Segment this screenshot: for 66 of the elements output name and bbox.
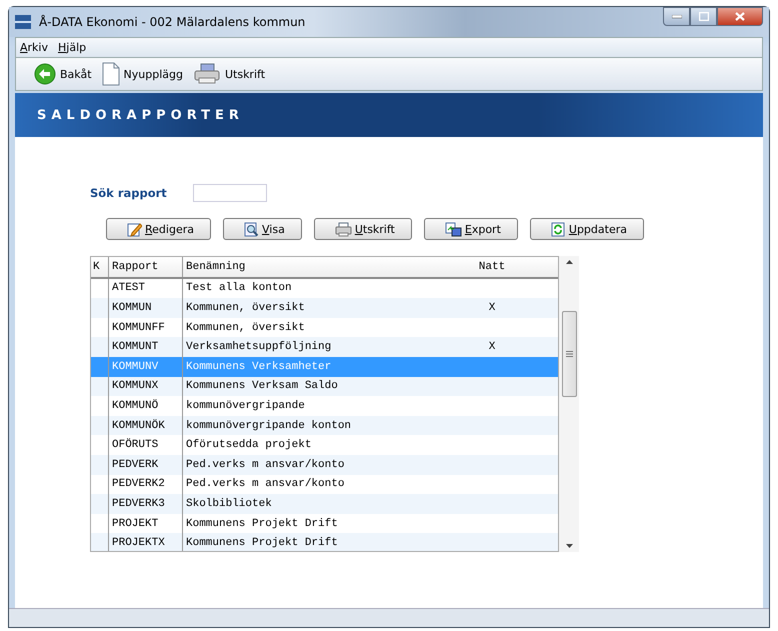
document-icon: [102, 62, 120, 86]
refresh-icon: [550, 222, 566, 236]
table-cell-text: X: [488, 302, 496, 314]
table-cell-text: Kommunens Verksam Saldo: [185, 380, 339, 392]
table-cell-text: Verksamhetsuppföljning: [185, 341, 332, 354]
magnifier-icon: [244, 222, 259, 236]
window-title: Å-DATA Ekonomi - 002 Mälardalens kommun: [39, 15, 306, 29]
maximize-icon: [698, 12, 708, 21]
table-cell-text: Kommunens Projekt Drift: [185, 518, 339, 530]
table-cell-text: Ped.verks m ansvar/konto: [185, 478, 346, 490]
minimize-button[interactable]: [663, 7, 690, 26]
export-icon: [444, 222, 462, 236]
column-header[interactable]: K: [91, 257, 109, 277]
app-icon: [15, 15, 31, 29]
column-header[interactable]: Natt: [472, 260, 512, 273]
table-cell-text: Kommunens Verksamheter: [185, 360, 332, 373]
table-row[interactable]: KOMMUN Kommunen, översikt X: [91, 298, 558, 318]
close-icon: [735, 12, 745, 21]
table-cell-text: Oförutsedda projekt: [185, 439, 312, 452]
table-cell-text: Ped.verks m ansvar/konto: [185, 458, 346, 471]
action-button[interactable]: Export: [424, 218, 518, 240]
action-button[interactable]: Utskrift: [314, 218, 412, 240]
scrollbar[interactable]: [559, 256, 579, 552]
minimize-icon: [672, 14, 682, 18]
menu-item[interactable]: Arkiv: [20, 41, 48, 54]
table-cell-text: Kommunen, översikt: [185, 322, 306, 334]
table-cell: PEDVERK3: [109, 494, 183, 514]
table-cell-text: X: [488, 341, 496, 354]
action-button[interactable]: Uppdatera: [530, 218, 644, 240]
menu-item[interactable]: Hjälp: [58, 41, 86, 54]
toolbar-button[interactable]: Bakåt: [30, 61, 96, 87]
printer-icon: [334, 222, 352, 236]
edit-icon: [127, 222, 142, 236]
search-label: Sök rapport: [90, 186, 167, 200]
table-cell: PEDVERK: [109, 454, 183, 475]
action-button[interactable]: Visa: [222, 218, 302, 240]
table-cell: PROJEKTX: [109, 533, 183, 551]
table-cell-text: Kommunen, översikt: [185, 302, 306, 314]
printer-icon: [192, 63, 221, 85]
grip-icon: [566, 351, 573, 357]
up-arrow-icon: [566, 260, 573, 264]
table-cell: KOMMUNX: [109, 376, 183, 396]
table-row[interactable]: PEDVERK Ped.verks m ansvar/konto: [91, 454, 558, 475]
close-button[interactable]: [717, 7, 763, 26]
page-title: SALDORAPPORTER: [37, 108, 244, 122]
table-cell-text: kommunövergripande: [185, 400, 306, 412]
scroll-thumb[interactable]: [562, 311, 577, 397]
table-row[interactable]: KOMMUNX Kommunens Verksam Saldo: [91, 376, 558, 396]
search-field[interactable]: [192, 184, 267, 202]
column-header[interactable]: Rapport: [109, 257, 183, 277]
action-button[interactable]: Redigera: [106, 218, 211, 240]
toolbar-button[interactable]: Utskrift: [188, 61, 270, 87]
table-cell-text: Kommunens Projekt Drift: [185, 537, 339, 550]
table-row[interactable]: KOMMUNT Verksamhetsuppföljning X: [91, 337, 558, 357]
table-row[interactable]: PROJEKTX Kommunens Projekt Drift: [91, 533, 558, 551]
down-arrow-icon: [566, 544, 573, 548]
table-cell-text: kommunövergripande konton: [185, 420, 352, 432]
table-cell-text: Test alla konton: [185, 282, 293, 294]
table-cell: KOMMUN: [109, 298, 183, 318]
table-cell-text: Skolbibliotek: [185, 498, 273, 510]
toolbar-button[interactable]: Nyupplägg: [98, 60, 187, 88]
table-row[interactable]: KOMMUNÖK kommunövergripande konton: [91, 416, 558, 436]
maximize-button[interactable]: [690, 7, 717, 26]
table-row[interactable]: PEDVERK3 Skolbibliotek: [91, 494, 558, 514]
column-header[interactable]: Benämning: [183, 260, 472, 273]
table-cell: KOMMUNÖK: [109, 416, 183, 436]
